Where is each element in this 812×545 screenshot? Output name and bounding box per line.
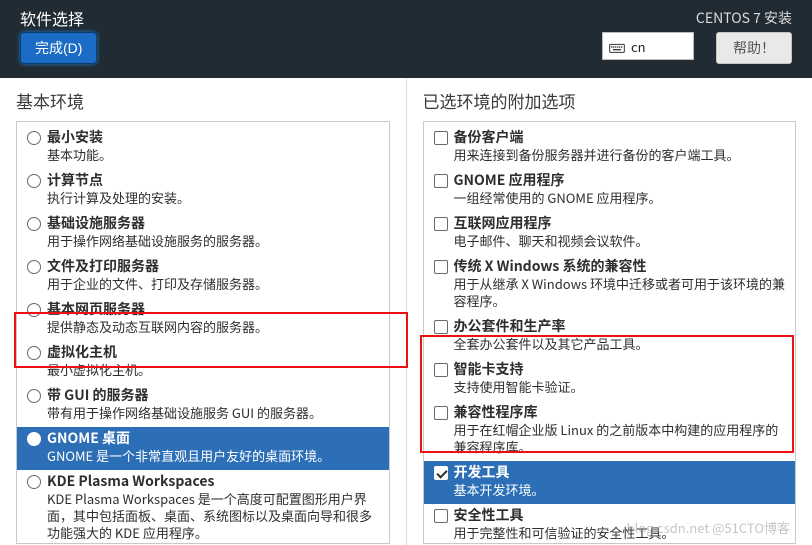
base-environment-column: 基本环境 最小安装基本功能。计算节点执行计算及处理的安装。基础设施服务器用于操作… <box>0 78 407 545</box>
addon-option-title: 传统 X Windows 系统的兼容性 <box>454 257 788 275</box>
addon-option-desc: 用来连接到备份服务器并进行备份的客户端工具。 <box>454 146 788 163</box>
env-option-title: 虚拟化主机 <box>47 343 381 361</box>
env-option-title: 最小安装 <box>47 128 381 146</box>
addon-option-desc: 用于在红帽企业版 Linux 的之前版本中构建的应用程序的兼容程序库。 <box>454 421 788 455</box>
radio-icon <box>27 431 45 464</box>
done-button[interactable]: 完成(D) <box>20 32 97 64</box>
addons-title: 已选环境的附加选项 <box>423 88 797 113</box>
env-option-desc: 带有用于操作网络基础设施服务 GUI 的服务器。 <box>47 404 381 421</box>
env-option-gui[interactable]: 带 GUI 的服务器带有用于操作网络基础设施服务 GUI 的服务器。 <box>17 384 389 427</box>
env-option-infra[interactable]: 基础设施服务器用于操作网络基础设施服务的服务器。 <box>17 212 389 255</box>
keyboard-layout-indicator[interactable]: cn <box>602 32 694 60</box>
addon-option-legacyx[interactable]: 传统 X Windows 系统的兼容性用于从继承 X Windows 环境中迁移… <box>424 255 796 315</box>
addon-option-office[interactable]: 办公套件和生产率全套办公套件以及其它产品工具。 <box>424 315 796 358</box>
radio-icon <box>27 474 45 541</box>
checkbox-icon <box>434 173 452 206</box>
addon-option-title: 办公套件和生产率 <box>454 317 788 335</box>
env-option-title: 基本网页服务器 <box>47 300 381 318</box>
keyboard-layout-code: cn <box>631 37 646 56</box>
addon-option-security[interactable]: 安全性工具用于完整性和可信验证的安全性工具。 <box>424 504 796 544</box>
addon-option-title: 备份客户端 <box>454 128 788 146</box>
env-option-minimal[interactable]: 最小安装基本功能。 <box>17 126 389 169</box>
checkbox-icon <box>434 465 452 498</box>
installer-header: 软件选择 完成(D) CENTOS 7 安装 cn 帮助！ <box>0 0 812 78</box>
addon-option-internet[interactable]: 互联网应用程序电子邮件、聊天和视频会议软件。 <box>424 212 796 255</box>
env-option-desc: 用于操作网络基础设施服务的服务器。 <box>47 232 381 249</box>
addon-option-title: 安全性工具 <box>454 506 788 524</box>
page-title: 软件选择 <box>20 6 84 30</box>
env-option-title: 计算节点 <box>47 171 381 189</box>
addon-option-title: GNOME 应用程序 <box>454 171 788 189</box>
env-option-title: 基础设施服务器 <box>47 214 381 232</box>
addon-option-desc: 基本开发环境。 <box>454 481 788 498</box>
env-option-desc: 基本功能。 <box>47 146 381 163</box>
addon-option-title: 开发工具 <box>454 463 788 481</box>
addon-option-desc: 用于完整性和可信验证的安全性工具。 <box>454 524 788 541</box>
radio-icon <box>27 345 45 378</box>
env-option-desc: 用于企业的文件、打印及存储服务器。 <box>47 275 381 292</box>
checkbox-icon <box>434 216 452 249</box>
radio-icon <box>27 302 45 335</box>
addons-column: 已选环境的附加选项 备份客户端用来连接到备份服务器并进行备份的客户端工具。GNO… <box>407 78 812 545</box>
radio-icon <box>27 173 45 206</box>
addon-option-desc: 全套办公套件以及其它产品工具。 <box>454 335 788 352</box>
checkbox-icon <box>434 362 452 395</box>
env-option-desc: GNOME 是一个非常直观且用户友好的桌面环境。 <box>47 447 381 464</box>
env-option-fileprint[interactable]: 文件及打印服务器用于企业的文件、打印及存储服务器。 <box>17 255 389 298</box>
env-option-title: GNOME 桌面 <box>47 429 381 447</box>
addon-option-gnomeapp[interactable]: GNOME 应用程序一组经常使用的 GNOME 应用程序。 <box>424 169 796 212</box>
env-option-gnome[interactable]: GNOME 桌面GNOME 是一个非常直观且用户友好的桌面环境。 <box>17 427 389 470</box>
addons-list: 备份客户端用来连接到备份服务器并进行备份的客户端工具。GNOME 应用程序一组经… <box>423 121 797 544</box>
radio-icon <box>27 130 45 163</box>
env-option-title: KDE Plasma Workspaces <box>47 472 381 490</box>
addon-option-title: 互联网应用程序 <box>454 214 788 232</box>
addon-option-smart[interactable]: 智能卡支持支持使用智能卡验证。 <box>424 358 796 401</box>
checkbox-icon <box>434 319 452 352</box>
checkbox-icon <box>434 259 452 309</box>
base-environment-list: 最小安装基本功能。计算节点执行计算及处理的安装。基础设施服务器用于操作网络基础设… <box>16 121 390 544</box>
env-option-desc: KDE Plasma Workspaces 是一个高度可配置图形用户界面，其中包… <box>47 490 381 541</box>
env-option-kde[interactable]: KDE Plasma WorkspacesKDE Plasma Workspac… <box>17 470 389 544</box>
env-option-desc: 提供静态及动态互联网内容的服务器。 <box>47 318 381 335</box>
installer-title: CENTOS 7 安装 <box>696 8 792 28</box>
radio-icon <box>27 388 45 421</box>
addon-option-desc: 电子邮件、聊天和视频会议软件。 <box>454 232 788 249</box>
help-button[interactable]: 帮助！ <box>716 32 792 64</box>
env-option-virt[interactable]: 虚拟化主机最小虚拟化主机。 <box>17 341 389 384</box>
addon-option-title: 智能卡支持 <box>454 360 788 378</box>
env-option-title: 文件及打印服务器 <box>47 257 381 275</box>
checkbox-icon <box>434 130 452 163</box>
radio-icon <box>27 259 45 292</box>
base-environment-title: 基本环境 <box>16 88 390 113</box>
content-columns: 基本环境 最小安装基本功能。计算节点执行计算及处理的安装。基础设施服务器用于操作… <box>0 78 812 545</box>
env-option-compute[interactable]: 计算节点执行计算及处理的安装。 <box>17 169 389 212</box>
addon-option-title: 兼容性程序库 <box>454 403 788 421</box>
keyboard-icon <box>609 39 625 53</box>
env-option-desc: 最小虚拟化主机。 <box>47 361 381 378</box>
addon-option-devtools[interactable]: 开发工具基本开发环境。 <box>424 461 796 504</box>
radio-icon <box>27 216 45 249</box>
addon-option-desc: 用于从继承 X Windows 环境中迁移或者可用于该环境的兼容程序。 <box>454 275 788 309</box>
checkbox-icon <box>434 405 452 455</box>
addon-option-backup[interactable]: 备份客户端用来连接到备份服务器并进行备份的客户端工具。 <box>424 126 796 169</box>
addon-option-desc: 一组经常使用的 GNOME 应用程序。 <box>454 189 788 206</box>
addon-option-compat[interactable]: 兼容性程序库用于在红帽企业版 Linux 的之前版本中构建的应用程序的兼容程序库… <box>424 401 796 461</box>
checkbox-icon <box>434 508 452 541</box>
env-option-desc: 执行计算及处理的安装。 <box>47 189 381 206</box>
addon-option-desc: 支持使用智能卡验证。 <box>454 378 788 395</box>
env-option-web[interactable]: 基本网页服务器提供静态及动态互联网内容的服务器。 <box>17 298 389 341</box>
env-option-title: 带 GUI 的服务器 <box>47 386 381 404</box>
